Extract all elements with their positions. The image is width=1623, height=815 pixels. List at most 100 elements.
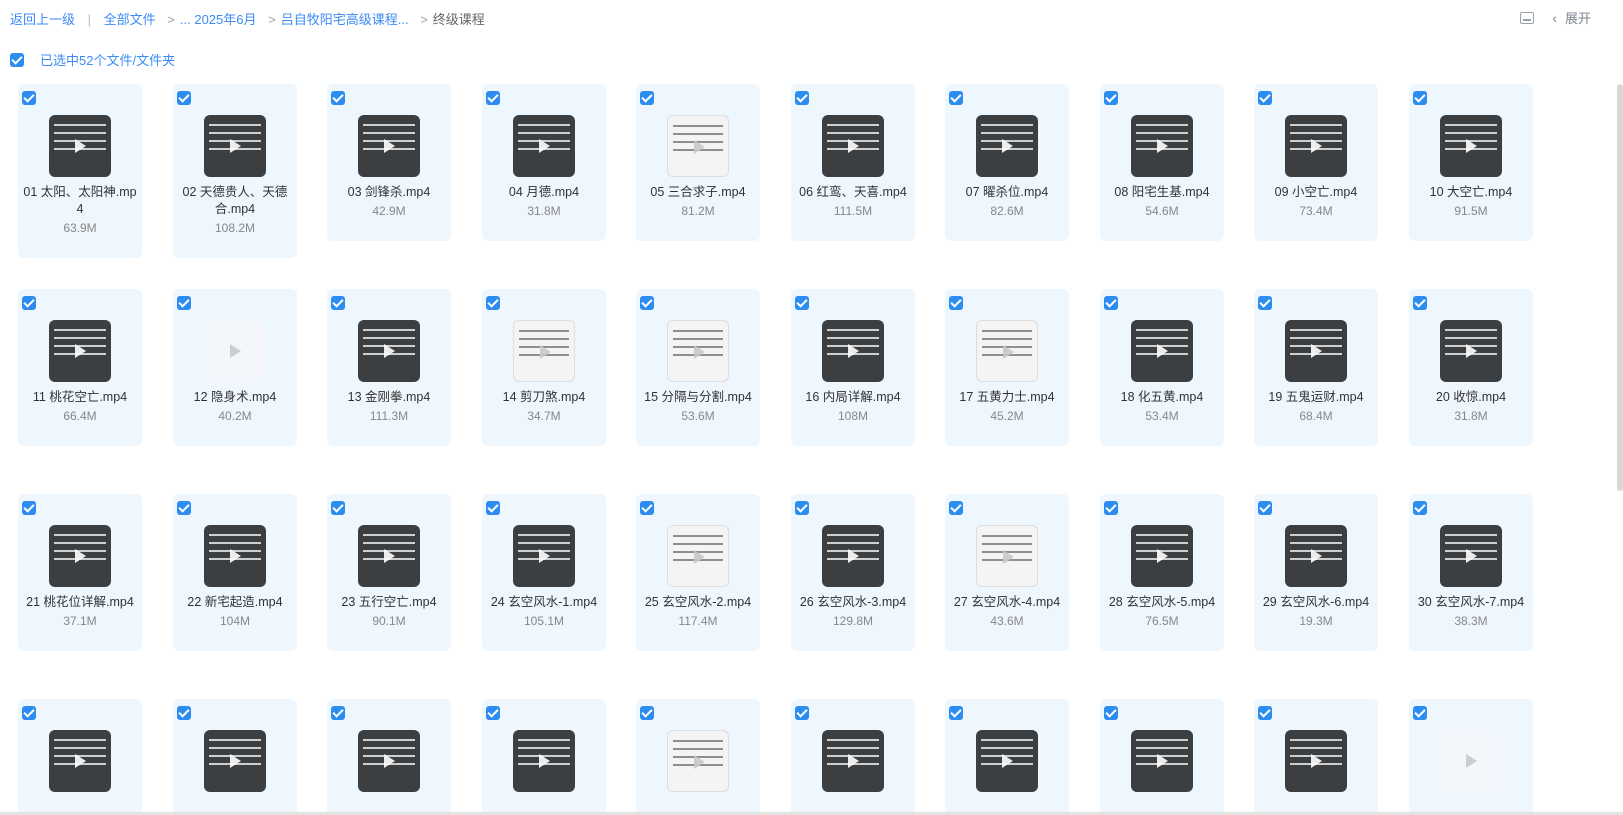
file-card[interactable]: [327, 699, 451, 815]
file-card[interactable]: 18 化五黄.mp4 53.4M: [1100, 289, 1224, 446]
video-thumbnail[interactable]: [1131, 525, 1193, 587]
file-checkbox[interactable]: [795, 706, 809, 720]
video-thumbnail[interactable]: [1440, 115, 1502, 177]
video-thumbnail[interactable]: [1285, 730, 1347, 792]
video-thumbnail[interactable]: [204, 320, 266, 382]
file-checkbox[interactable]: [486, 501, 500, 515]
video-thumbnail[interactable]: [49, 525, 111, 587]
file-checkbox[interactable]: [331, 91, 345, 105]
file-checkbox[interactable]: [1258, 501, 1272, 515]
video-thumbnail[interactable]: [513, 525, 575, 587]
file-checkbox[interactable]: [640, 91, 654, 105]
video-thumbnail[interactable]: [513, 115, 575, 177]
file-card[interactable]: 07 曜杀位.mp4 82.6M: [945, 84, 1069, 241]
video-thumbnail[interactable]: [822, 115, 884, 177]
file-card[interactable]: 26 玄空风水-3.mp4 129.8M: [791, 494, 915, 651]
video-thumbnail[interactable]: [976, 320, 1038, 382]
file-card[interactable]: 24 玄空风水-1.mp4 105.1M: [482, 494, 606, 651]
file-card[interactable]: 03 剑锋杀.mp4 42.9M: [327, 84, 451, 241]
video-thumbnail[interactable]: [358, 525, 420, 587]
video-thumbnail[interactable]: [667, 320, 729, 382]
file-checkbox[interactable]: [640, 501, 654, 515]
file-card[interactable]: [18, 699, 142, 815]
video-thumbnail[interactable]: [358, 730, 420, 792]
file-card[interactable]: 27 玄空风水-4.mp4 43.6M: [945, 494, 1069, 651]
file-card[interactable]: 15 分隔与分割.mp4 53.6M: [636, 289, 760, 446]
video-thumbnail[interactable]: [49, 320, 111, 382]
file-card[interactable]: 02 天德贵人、天德合.mp4 108.2M: [173, 84, 297, 258]
file-card[interactable]: 04 月德.mp4 31.8M: [482, 84, 606, 241]
file-checkbox[interactable]: [22, 501, 36, 515]
video-thumbnail[interactable]: [667, 525, 729, 587]
video-thumbnail[interactable]: [1285, 115, 1347, 177]
file-card[interactable]: [482, 699, 606, 815]
file-checkbox[interactable]: [795, 296, 809, 310]
video-thumbnail[interactable]: [1440, 320, 1502, 382]
file-checkbox[interactable]: [177, 706, 191, 720]
video-thumbnail[interactable]: [204, 730, 266, 792]
video-thumbnail[interactable]: [822, 730, 884, 792]
file-checkbox[interactable]: [1413, 706, 1427, 720]
video-thumbnail[interactable]: [1440, 525, 1502, 587]
file-checkbox[interactable]: [22, 706, 36, 720]
video-thumbnail[interactable]: [1131, 320, 1193, 382]
video-thumbnail[interactable]: [358, 320, 420, 382]
file-checkbox[interactable]: [1413, 501, 1427, 515]
file-card[interactable]: 01 太阳、太阳神.mp4 63.9M: [18, 84, 142, 258]
file-card[interactable]: 06 红鸾、天喜.mp4 111.5M: [791, 84, 915, 241]
file-card[interactable]: 30 玄空风水-7.mp4 38.3M: [1409, 494, 1533, 651]
file-card[interactable]: 17 五黄力士.mp4 45.2M: [945, 289, 1069, 446]
video-thumbnail[interactable]: [49, 115, 111, 177]
video-thumbnail[interactable]: [1285, 320, 1347, 382]
file-checkbox[interactable]: [177, 501, 191, 515]
video-thumbnail[interactable]: [513, 730, 575, 792]
file-card[interactable]: [1409, 699, 1533, 815]
file-checkbox[interactable]: [640, 706, 654, 720]
file-card[interactable]: 28 玄空风水-5.mp4 76.5M: [1100, 494, 1224, 651]
file-checkbox[interactable]: [1104, 91, 1118, 105]
file-checkbox[interactable]: [1104, 296, 1118, 310]
file-card[interactable]: 10 大空亡.mp4 91.5M: [1409, 84, 1533, 241]
video-thumbnail[interactable]: [513, 320, 575, 382]
file-checkbox[interactable]: [486, 91, 500, 105]
file-checkbox[interactable]: [177, 296, 191, 310]
video-thumbnail[interactable]: [358, 115, 420, 177]
file-card[interactable]: [173, 699, 297, 815]
file-card[interactable]: [636, 699, 760, 815]
file-card[interactable]: 13 金刚拳.mp4 111.3M: [327, 289, 451, 446]
video-thumbnail[interactable]: [204, 115, 266, 177]
file-card[interactable]: 23 五行空亡.mp4 90.1M: [327, 494, 451, 651]
file-card[interactable]: 19 五鬼运财.mp4 68.4M: [1254, 289, 1378, 446]
file-card[interactable]: [1100, 699, 1224, 815]
file-checkbox[interactable]: [22, 296, 36, 310]
file-card[interactable]: 25 玄空风水-2.mp4 117.4M: [636, 494, 760, 651]
file-card[interactable]: [1254, 699, 1378, 815]
file-checkbox[interactable]: [1413, 91, 1427, 105]
video-thumbnail[interactable]: [49, 730, 111, 792]
file-checkbox[interactable]: [1104, 501, 1118, 515]
file-checkbox[interactable]: [1258, 706, 1272, 720]
file-card[interactable]: 09 小空亡.mp4 73.4M: [1254, 84, 1378, 241]
video-thumbnail[interactable]: [1285, 525, 1347, 587]
file-checkbox[interactable]: [1258, 296, 1272, 310]
file-checkbox[interactable]: [949, 501, 963, 515]
file-checkbox[interactable]: [1258, 91, 1272, 105]
file-card[interactable]: 21 桃花位详解.mp4 37.1M: [18, 494, 142, 651]
file-card[interactable]: [791, 699, 915, 815]
file-card[interactable]: 16 内局详解.mp4 108M: [791, 289, 915, 446]
file-card[interactable]: 05 三合求子.mp4 81.2M: [636, 84, 760, 241]
file-card[interactable]: [945, 699, 1069, 815]
file-card[interactable]: 14 剪刀煞.mp4 34.7M: [482, 289, 606, 446]
video-thumbnail[interactable]: [1131, 730, 1193, 792]
file-card[interactable]: 12 隐身术.mp4 40.2M: [173, 289, 297, 446]
video-thumbnail[interactable]: [667, 730, 729, 792]
file-card[interactable]: 08 阳宅生基.mp4 54.6M: [1100, 84, 1224, 241]
file-checkbox[interactable]: [640, 296, 654, 310]
video-thumbnail[interactable]: [1131, 115, 1193, 177]
video-thumbnail[interactable]: [667, 115, 729, 177]
file-checkbox[interactable]: [331, 706, 345, 720]
file-checkbox[interactable]: [1413, 296, 1427, 310]
file-checkbox[interactable]: [1104, 706, 1118, 720]
video-thumbnail[interactable]: [822, 525, 884, 587]
file-checkbox[interactable]: [795, 91, 809, 105]
